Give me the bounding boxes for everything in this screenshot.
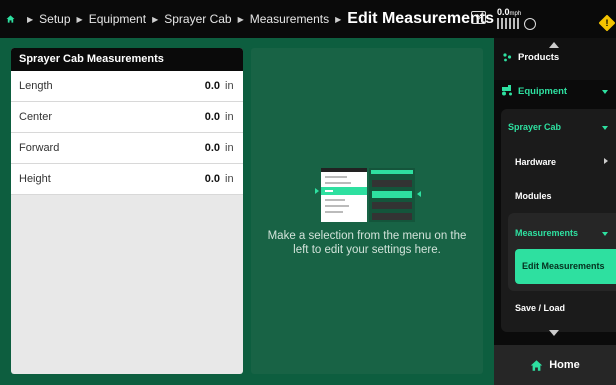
measurement-value: 0.0 [204,111,220,123]
home-icon[interactable] [6,11,15,27]
chevron-right-icon [604,158,608,164]
settings-placeholder: Make a selection from the menu on the le… [251,48,483,374]
menu-illustration-icon [315,168,421,222]
chevron-right-icon: ▶ [76,14,83,24]
nav-sprayer-cab[interactable]: Sprayer Cab [508,122,561,132]
home-button[interactable]: Home [494,345,616,385]
measurement-unit: in [225,111,234,123]
measurement-label: Length [19,80,53,92]
tractor-icon [502,85,512,96]
measurement-row-length[interactable]: Length 0.0 in [11,71,243,102]
breadcrumb-sprayer-cab[interactable]: Sprayer Cab [164,12,231,26]
sprayer-cab-submenu: Sprayer Cab Hardware Modules Measurement… [501,109,616,332]
chevron-right-icon: ▶ [27,14,34,24]
measurement-unit: in [225,80,234,92]
chevron-right-icon: ▶ [335,14,342,24]
nav-products[interactable]: Products [494,38,616,80]
nav-edit-measurements[interactable]: Edit Measurements [515,249,616,284]
measurement-row-forward[interactable]: Forward 0.0 in [11,133,243,164]
measurement-label: Forward [19,142,60,154]
nav-products-label: Products [518,52,560,63]
nav-equipment-label: Equipment [518,86,568,97]
breadcrumb-setup[interactable]: Setup [39,12,70,26]
home-label: Home [549,359,580,371]
measurement-label: Height [19,173,51,185]
speed-readout: 0.0mph [497,7,521,17]
measurement-row-center[interactable]: Center 0.0 in [11,102,243,133]
nav-measurements[interactable]: Measurements [515,228,578,238]
measurement-row-height[interactable]: Height 0.0 in [11,164,243,195]
signal-bars-icon [497,18,519,29]
status-cluster: 0.0mph [494,0,616,38]
measurement-unit: in [225,142,234,154]
nav-equipment[interactable]: Equipment [494,82,616,104]
chevron-down-icon [602,126,608,130]
warning-icon[interactable]: ! [598,14,616,32]
measurements-card: Sprayer Cab Measurements Length 0.0 in C… [11,48,243,374]
measurement-value: 0.0 [204,80,220,92]
measurement-unit: in [225,173,234,185]
chevron-right-icon: ▶ [152,14,159,24]
nav-save-load[interactable]: Save / Load [515,303,565,313]
top-bar: ▶ Setup ▶ Equipment ▶ Sprayer Cab ▶ Meas… [0,0,494,38]
chevron-right-icon: ▶ [237,14,244,24]
panel-toggle-icon[interactable] [471,11,486,24]
breadcrumb-measurements[interactable]: Measurements [250,12,329,26]
scroll-down-icon[interactable] [549,330,559,336]
speed-unit: mph [509,11,522,17]
speed-value: 0.0 [497,7,510,17]
nav-modules[interactable]: Modules [515,191,552,201]
scroll-up-icon[interactable] [549,42,559,48]
chevron-down-icon [602,232,608,236]
measurement-value: 0.0 [204,173,220,185]
products-icon [503,53,512,62]
breadcrumb-equipment[interactable]: Equipment [89,12,146,26]
home-icon [531,359,543,371]
gps-icon[interactable] [524,18,536,30]
nav-hardware[interactable]: Hardware [515,157,556,167]
measurements-submenu: Measurements Edit Measurements [508,213,616,291]
card-title: Sprayer Cab Measurements [11,48,243,71]
measurement-value: 0.0 [204,142,220,154]
chevron-down-icon [602,90,608,94]
placeholder-message: Make a selection from the menu on the le… [267,230,467,256]
right-nav: Products Equipment Sprayer Cab Hardware … [494,38,616,385]
measurement-label: Center [19,111,53,123]
